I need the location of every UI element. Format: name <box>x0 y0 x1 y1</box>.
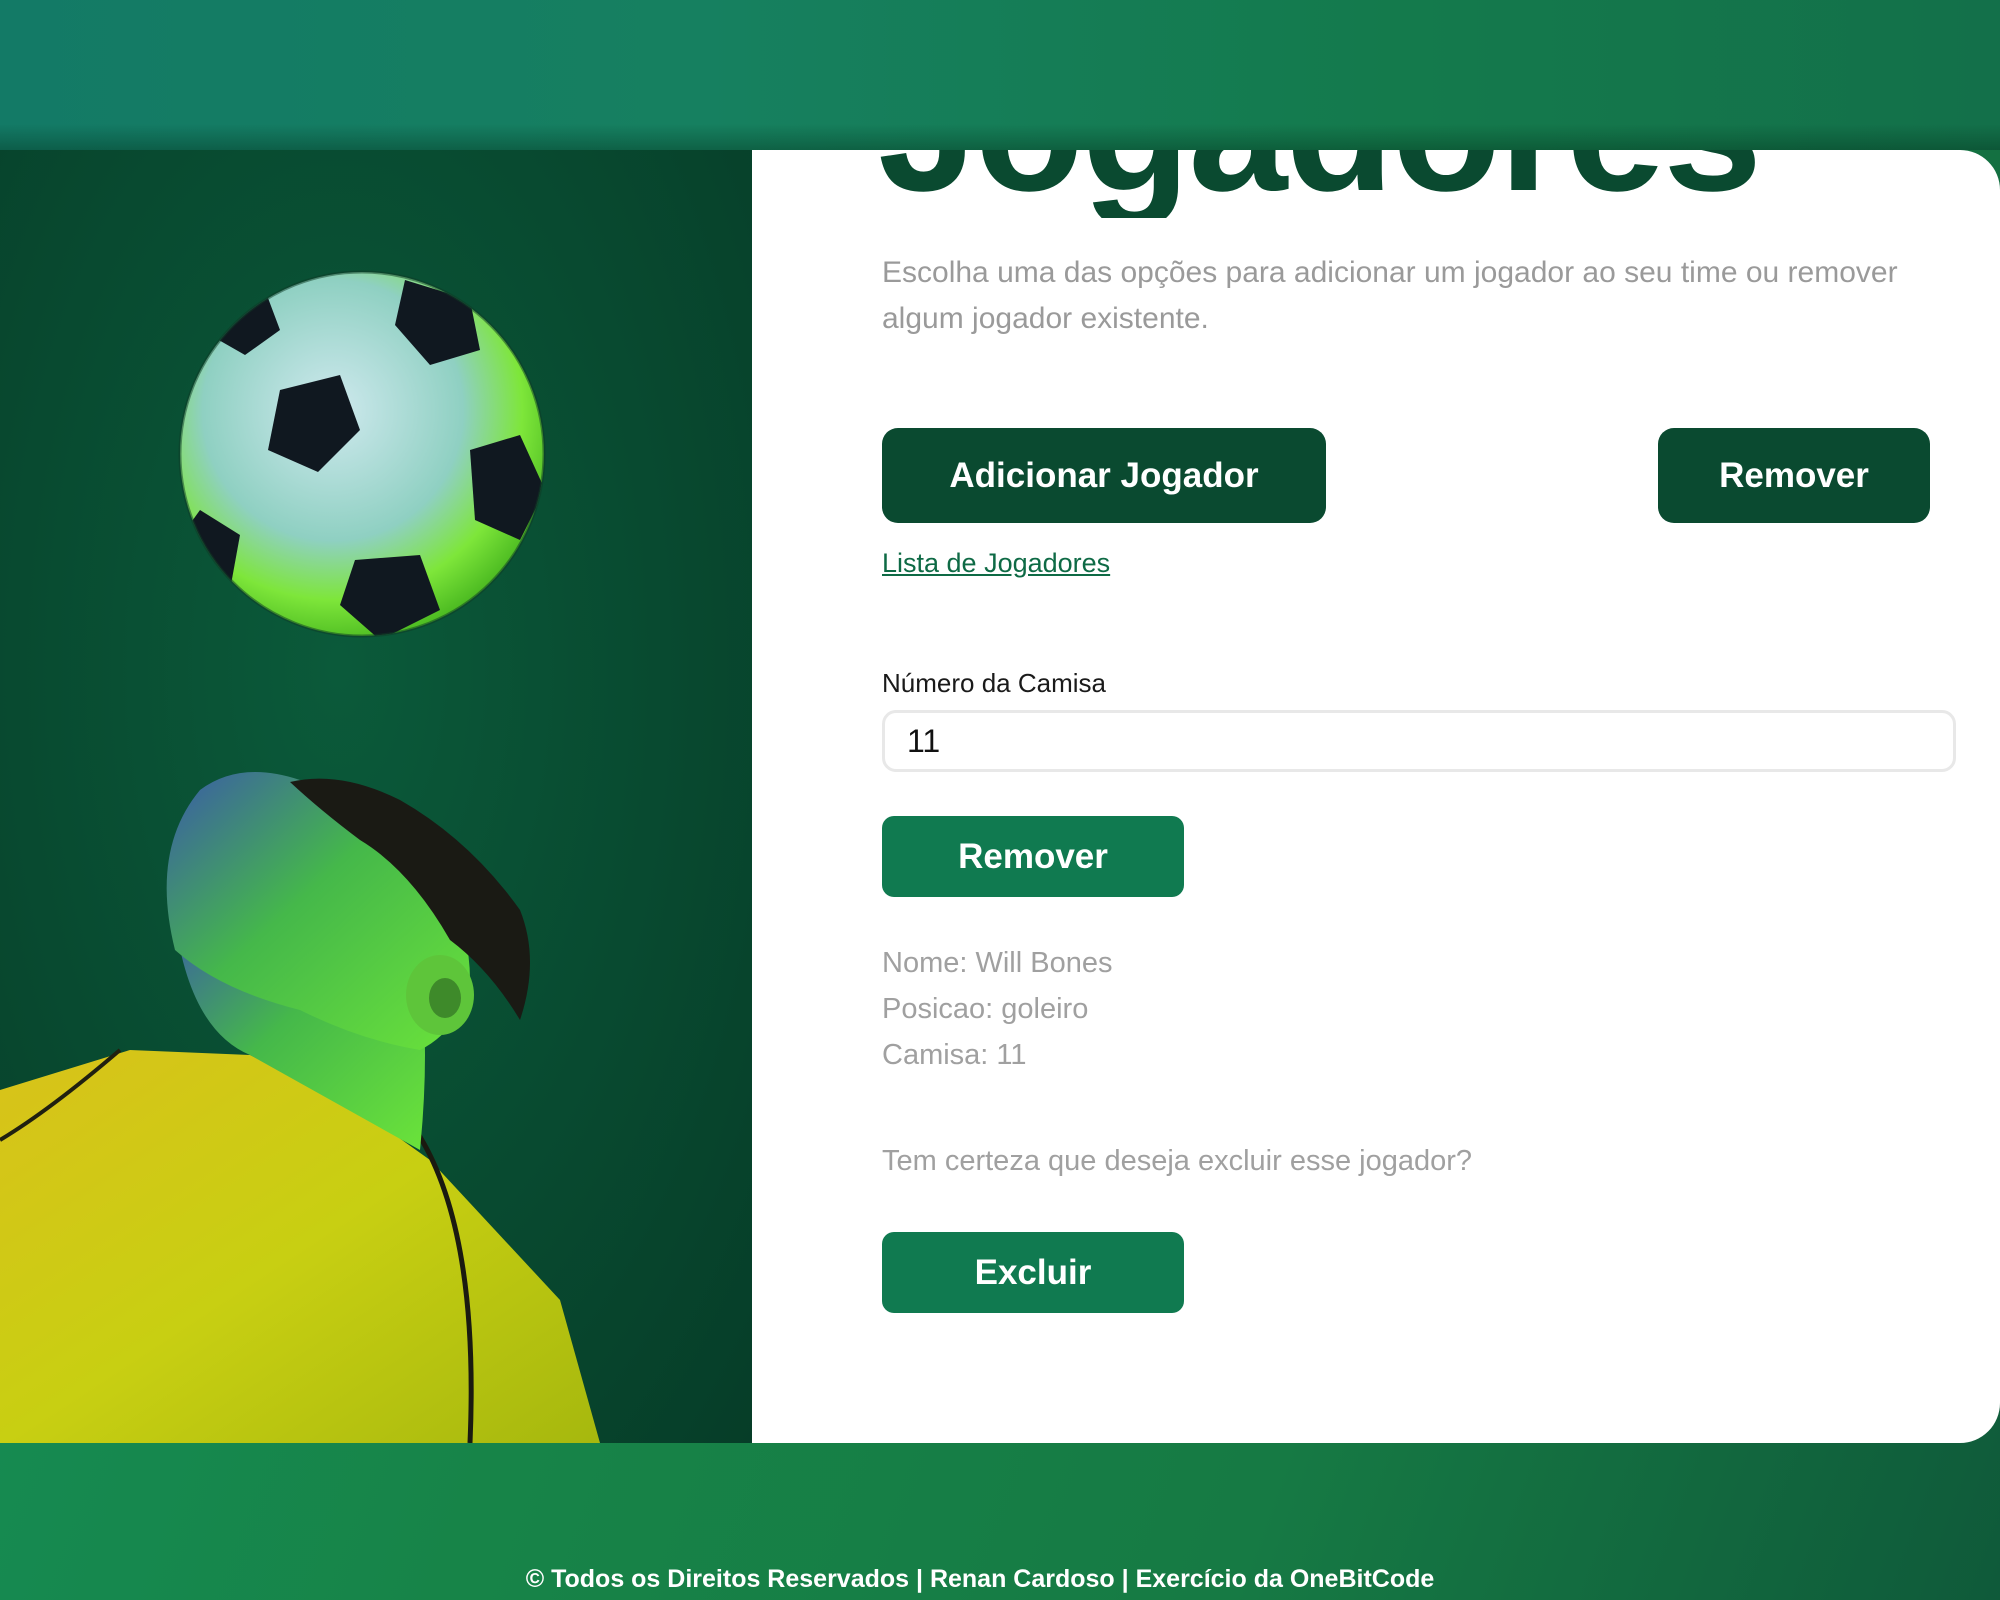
player-position: Posicao: goleiro <box>882 993 1089 1025</box>
soccer-player-photo <box>0 150 752 1443</box>
shirt-number-input[interactable] <box>882 710 1956 772</box>
intro-description: Escolha uma das opções para adicionar um… <box>882 256 1898 335</box>
header-band <box>0 0 2000 150</box>
delete-confirmation-text: Tem certeza que deseja excluir esse joga… <box>882 1145 1472 1177</box>
player-info: Nome: Will Bones Posicao: goleiro Camisa… <box>882 940 1112 1078</box>
remove-mode-button[interactable]: Remover <box>1658 428 1930 523</box>
remove-button[interactable]: Remover <box>882 816 1184 897</box>
shirt-number-label: Número da Camisa <box>882 668 1106 698</box>
add-player-button[interactable]: Adicionar Jogador <box>882 428 1326 523</box>
player-list-link[interactable]: Lista de Jogadores <box>882 548 1110 579</box>
delete-button[interactable]: Excluir <box>882 1232 1184 1313</box>
player-name: Nome: Will Bones <box>882 947 1113 979</box>
footer-copyright: © Todos os Direitos Reservados | Renan C… <box>525 1565 1435 1593</box>
player-shirt: Camisa: 11 <box>882 1039 1027 1071</box>
